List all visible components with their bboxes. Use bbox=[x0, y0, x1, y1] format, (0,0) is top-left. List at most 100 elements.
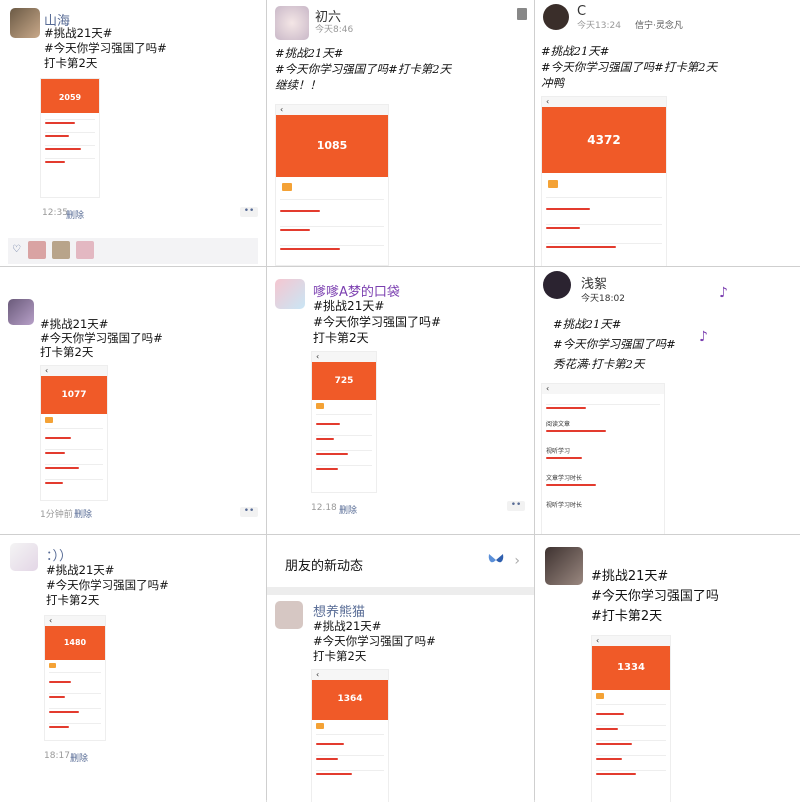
friends-updates-label: 朋友的新动态 bbox=[285, 559, 364, 574]
post-text-line: 秀花满·打卡第2天 bbox=[553, 357, 645, 371]
score-value: 1334 bbox=[617, 662, 645, 673]
post-time: 1分钟前 bbox=[40, 510, 73, 520]
post-text-line: #挑战21天# bbox=[40, 317, 109, 331]
task-label: 文章学习时长 bbox=[546, 475, 583, 482]
trash-icon[interactable] bbox=[517, 8, 527, 20]
gift-icon bbox=[316, 403, 324, 409]
gift-icon bbox=[316, 723, 324, 729]
post-cell-1: 山海 #挑战21天# #今天你学习强国了吗# 打卡第2天 2059 12:35 … bbox=[0, 0, 266, 266]
score-value: 4372 bbox=[587, 133, 621, 147]
delete-link[interactable]: 删除 bbox=[339, 503, 357, 516]
post-text-line: 冲鸭 bbox=[541, 76, 564, 90]
score-value: 1480 bbox=[63, 638, 87, 647]
post-text-line: #挑战21天# bbox=[46, 563, 115, 577]
user-name[interactable]: 浅絮 bbox=[581, 273, 607, 292]
avatar[interactable] bbox=[8, 299, 34, 325]
post-image-screenshot[interactable]: ‹ 725 bbox=[311, 351, 377, 493]
avatar[interactable] bbox=[275, 6, 309, 40]
post-time: 今天18:02 bbox=[581, 294, 625, 304]
user-name[interactable]: 嗲嗲A梦的口袋 bbox=[313, 281, 400, 300]
post-cell-9: #挑战21天# #今天你学习强国了吗 #打卡第2天 ‹ 1334 bbox=[535, 535, 800, 802]
post-text-line: #今天你学习强国了吗# bbox=[553, 337, 676, 351]
post-text-line: #今天你学习强国了吗# bbox=[313, 315, 442, 329]
chevron-right-icon: › bbox=[514, 553, 520, 569]
post-text-line: #挑战21天# bbox=[44, 26, 113, 40]
avatar[interactable] bbox=[275, 601, 303, 629]
heart-icon: ♡ bbox=[12, 244, 21, 255]
user-name[interactable]: 想养熊猫 bbox=[313, 601, 365, 620]
friends-updates-bar[interactable]: 朋友的新动态 › bbox=[267, 535, 534, 595]
avatar[interactable] bbox=[10, 543, 38, 571]
post-cell-4: #挑战21天# #今天你学习强国了吗# 打卡第2天 ‹ 1077 1分钟前 删除… bbox=[0, 267, 266, 534]
post-text-line: #挑战21天# bbox=[313, 299, 385, 313]
post-text-line: #今天你学习强国了吗#打卡第2天 bbox=[541, 60, 718, 74]
delete-link[interactable]: 删除 bbox=[66, 208, 84, 221]
task-label: 视听学习 bbox=[546, 448, 571, 455]
post-text-line: #今天你学习强国了吗# bbox=[313, 634, 436, 648]
user-name[interactable]: ：）） bbox=[46, 545, 72, 564]
user-name[interactable]: C bbox=[577, 4, 586, 19]
post-image-screenshot[interactable]: ‹ 1085 bbox=[275, 104, 389, 266]
post-text-line: #挑战21天# bbox=[541, 44, 610, 58]
delete-link[interactable]: 删除 bbox=[70, 751, 88, 764]
screenshot-grid: 山海 #挑战21天# #今天你学习强国了吗# 打卡第2天 2059 12:35 … bbox=[0, 0, 800, 802]
score-value: 1077 bbox=[61, 390, 87, 400]
liker-avatar[interactable] bbox=[28, 241, 46, 259]
post-text-line: #今天你学习强国了吗# bbox=[44, 41, 167, 55]
avatar[interactable] bbox=[545, 547, 583, 585]
post-text-line: #打卡第2天 bbox=[591, 609, 663, 624]
avatar[interactable] bbox=[543, 4, 569, 30]
post-cell-2: 初六 今天8:46 #挑战21天# #今天你学习强国了吗#打卡第2天 继续！！ … bbox=[267, 0, 534, 266]
post-image-screenshot[interactable]: ‹ 阅读文章 视听学习 文章学习时长 视听学习时长 bbox=[541, 383, 665, 534]
more-options-button[interactable]: •• bbox=[507, 501, 525, 511]
post-text-line: 打卡第2天 bbox=[40, 345, 94, 359]
post-image-screenshot[interactable]: ‹ 1077 bbox=[40, 365, 108, 501]
score-value: 2059 bbox=[58, 93, 82, 102]
post-text-line: #今天你学习强国了吗# bbox=[46, 578, 169, 592]
liker-avatar[interactable] bbox=[76, 241, 94, 259]
score-value: 725 bbox=[334, 376, 354, 386]
post-image-screenshot[interactable]: 2059 bbox=[40, 78, 100, 198]
post-text-line: 打卡第2天 bbox=[44, 56, 98, 70]
post-cell-6: 浅絮 今天18:02 ♪ ♪ ♪ #挑战21天# #今天你学习强国了吗# 秀花满… bbox=[535, 267, 800, 534]
post-text-line: #今天你学习强国了吗#打卡第2天 bbox=[275, 62, 452, 76]
score-value: 1085 bbox=[316, 139, 348, 152]
post-tag: 信宁·灵念凡 bbox=[635, 21, 683, 31]
post-time: 今天13:24 bbox=[577, 21, 621, 31]
likes-bar: ♡ bbox=[8, 238, 258, 264]
post-time: 18:17 bbox=[44, 751, 70, 761]
post-text-line: #挑战21天# bbox=[313, 619, 382, 633]
post-cell-3: C 今天13:24 信宁·灵念凡 #挑战21天# #今天你学习强国了吗#打卡第2… bbox=[535, 0, 800, 266]
post-image-screenshot[interactable]: ‹ 1364 bbox=[311, 669, 389, 802]
avatar[interactable] bbox=[275, 279, 305, 309]
post-time: 12.18 bbox=[311, 503, 337, 513]
butterfly-icon bbox=[488, 554, 504, 563]
more-options-button[interactable]: •• bbox=[240, 207, 258, 217]
music-note-icon: ♪ bbox=[699, 329, 708, 345]
task-label: 阅读文章 bbox=[546, 421, 571, 428]
post-image-screenshot[interactable]: ‹ 1480 bbox=[44, 615, 106, 741]
post-cell-5: 嗲嗲A梦的口袋 #挑战21天# #今天你学习强国了吗# 打卡第2天 ‹ 725 … bbox=[267, 267, 534, 534]
avatar[interactable] bbox=[10, 8, 40, 38]
post-cell-8: 朋友的新动态 › 想养熊猫 #挑战21天# #今天你学习强国了吗# 打卡第2天 … bbox=[267, 535, 534, 802]
task-label: 视听学习时长 bbox=[546, 502, 583, 509]
post-text-line: #挑战21天# bbox=[553, 317, 622, 331]
post-image-screenshot[interactable]: ‹ 1334 bbox=[591, 635, 671, 802]
post-image-screenshot[interactable]: ‹ 4372 bbox=[541, 96, 667, 266]
more-options-button[interactable]: •• bbox=[240, 507, 258, 517]
delete-link[interactable]: 删除 bbox=[74, 507, 92, 520]
post-cell-7: ：）） #挑战21天# #今天你学习强国了吗# 打卡第2天 ‹ 1480 18:… bbox=[0, 535, 266, 802]
post-text-line: 打卡第2天 bbox=[313, 331, 369, 345]
post-text-line: #挑战21天# bbox=[275, 46, 344, 60]
gift-icon bbox=[49, 663, 56, 668]
score-value: 1364 bbox=[337, 694, 363, 704]
avatar[interactable] bbox=[543, 271, 571, 299]
liker-avatar[interactable] bbox=[52, 241, 70, 259]
post-text-line: #今天你学习强国了吗# bbox=[40, 331, 163, 345]
post-time: 12:35 bbox=[42, 208, 68, 218]
gift-icon bbox=[45, 417, 53, 423]
gift-icon bbox=[282, 183, 292, 191]
gift-icon bbox=[548, 180, 558, 188]
gift-icon bbox=[596, 693, 604, 699]
post-text-line: #今天你学习强国了吗 bbox=[591, 589, 719, 604]
